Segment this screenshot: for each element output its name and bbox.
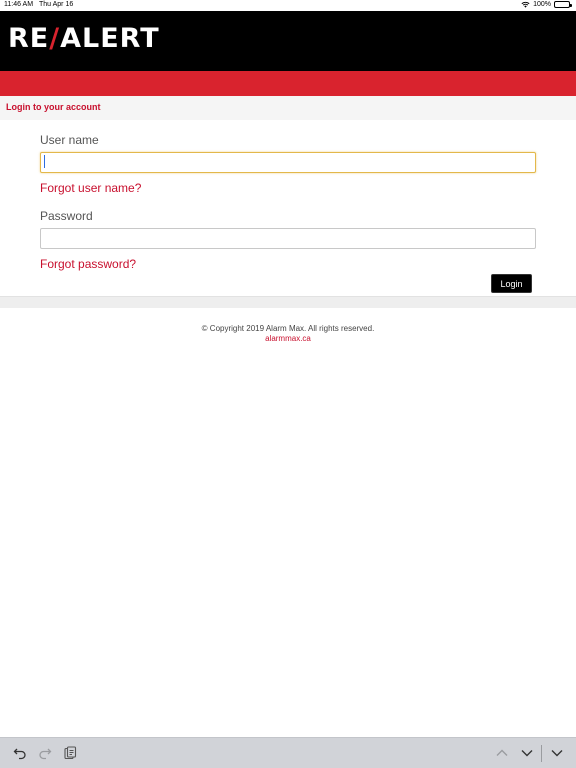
forgot-username-link[interactable]: Forgot user name? [40,181,141,195]
text-caret [44,155,45,168]
toolbar-separator [541,745,542,762]
footer: © Copyright 2019 Alarm Max. All rights r… [0,324,576,344]
login-page: 11:46 AM Thu Apr 16 100% RE/ALERT Login … [0,0,576,768]
paste-icon[interactable] [62,745,78,761]
logo-text: RE/ALERT [8,23,160,54]
status-indicators: 100% [521,1,572,8]
login-button[interactable]: Login [491,274,532,293]
username-input[interactable] [40,152,536,173]
status-time: 11:46 AM [4,1,34,8]
status-bar: 11:46 AM Thu Apr 16 100% [0,0,576,11]
chevron-down-icon[interactable] [519,745,535,761]
forgot-password-link[interactable]: Forgot password? [40,257,136,271]
password-input[interactable] [40,228,536,249]
footer-link[interactable]: alarmmax.ca [0,334,576,344]
status-date: Thu Apr 16 [39,1,74,8]
title-bar: Login to your account [0,96,576,120]
chevron-up-icon[interactable] [494,745,510,761]
battery-percent: 100% [533,1,551,8]
copyright-text: © Copyright 2019 Alarm Max. All rights r… [201,324,375,333]
battery-icon [554,1,572,8]
redo-icon[interactable] [37,745,53,761]
keyboard-toolbar [0,737,576,768]
undo-icon[interactable] [12,745,28,761]
app-header: RE/ALERT [0,11,576,71]
page-title: Login to your account [6,102,101,112]
wifi-icon [521,1,530,8]
form-divider [0,296,576,308]
red-accent-band [0,71,576,96]
password-label: Password [40,209,93,223]
username-label: User name [40,133,99,147]
keyboard-dismiss-icon[interactable] [549,745,565,761]
realert-logo: RE/ALERT [8,25,160,53]
